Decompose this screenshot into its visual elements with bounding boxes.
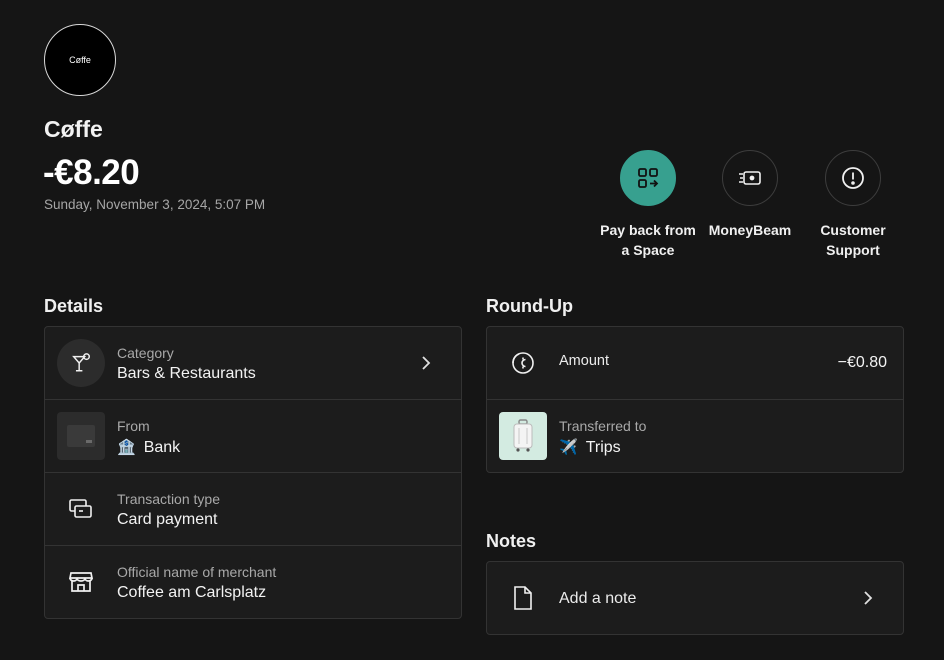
details-row-from: From 🏦 Bank bbox=[45, 400, 461, 473]
moneybeam-button[interactable]: MoneyBeam bbox=[698, 150, 802, 240]
roundup-row-transferred: Transferred to ✈️ Trips bbox=[487, 400, 903, 472]
add-note-label: Add a note bbox=[559, 590, 637, 607]
details-row-merchant: Official name of merchant Coffee am Carl… bbox=[45, 546, 461, 618]
roundup-amount-label: Amount bbox=[559, 353, 609, 369]
category-icon-wrap bbox=[57, 339, 105, 387]
moneybeam-label: MoneyBeam bbox=[708, 222, 792, 238]
airplane-emoji-icon: ✈️ bbox=[559, 439, 578, 456]
bank-emoji-icon: 🏦 bbox=[117, 439, 136, 456]
chevron-right-icon bbox=[422, 356, 431, 370]
category-label: Category bbox=[117, 345, 174, 361]
cocktail-icon bbox=[72, 353, 90, 372]
document-icon bbox=[514, 586, 532, 610]
roundup-amount-value: −€0.80 bbox=[837, 354, 887, 371]
roundup-title: Round-Up bbox=[486, 296, 573, 316]
merchant-name: Cøffe bbox=[44, 116, 103, 142]
alert-circle-icon bbox=[842, 167, 864, 189]
transaction-type-label: Transaction type bbox=[117, 491, 220, 507]
roundup-card: Amount −€0.80 Transferred to ✈️ Trips bbox=[486, 326, 904, 473]
category-value: Bars & Restaurants bbox=[117, 365, 256, 382]
roundup-icon-wrap bbox=[499, 339, 547, 387]
roundup-row-amount: Amount −€0.80 bbox=[487, 327, 903, 400]
suitcase-icon-wrap bbox=[499, 412, 547, 460]
merchant-official-value: Coffee am Carlsplatz bbox=[117, 584, 267, 601]
merchant-official-label: Official name of merchant bbox=[117, 564, 277, 580]
transaction-date: Sunday, November 3, 2024, 5:07 PM bbox=[44, 197, 266, 212]
card-thumbnail bbox=[67, 425, 95, 447]
money-beam-icon bbox=[739, 171, 761, 185]
transferred-target-text: Trips bbox=[585, 439, 621, 456]
details-row-transaction-type: Transaction type Card payment bbox=[45, 473, 461, 546]
from-value-text: Bank bbox=[143, 439, 181, 456]
from-value: 🏦 Bank bbox=[117, 438, 180, 457]
storefront-icon-wrap bbox=[57, 558, 105, 606]
merchant-logo: Cøffe bbox=[44, 24, 116, 96]
storefront-icon bbox=[68, 572, 94, 592]
transferred-target: ✈️ Trips bbox=[559, 438, 621, 457]
transaction-type-value: Card payment bbox=[117, 511, 218, 528]
notes-card: Add a note bbox=[486, 561, 904, 635]
details-row-category[interactable]: Category Bars & Restaurants bbox=[45, 327, 461, 400]
action-bar: Pay back from a Space MoneyBeam Customer… bbox=[596, 150, 908, 260]
moneybeam-circle[interactable] bbox=[722, 150, 778, 206]
card-thumbnail-wrap bbox=[57, 412, 105, 460]
from-label: From bbox=[117, 418, 150, 434]
merchant-logo-text: Cøffe bbox=[69, 55, 91, 65]
details-title: Details bbox=[44, 296, 104, 316]
notes-title: Notes bbox=[486, 531, 537, 551]
note-icon-wrap bbox=[499, 574, 547, 622]
customer-support-button[interactable]: Customer Support bbox=[801, 150, 905, 260]
transferred-label: Transferred to bbox=[559, 418, 647, 434]
cards-icon-wrap bbox=[57, 485, 105, 533]
details-card: Category Bars & Restaurants From 🏦 Bank T… bbox=[44, 326, 462, 619]
pay-back-button[interactable]: Pay back from a Space bbox=[596, 150, 700, 260]
add-note-button[interactable]: Add a note bbox=[487, 562, 903, 634]
pay-back-label: Pay back from a Space bbox=[600, 222, 696, 258]
roundup-coin-icon bbox=[512, 352, 534, 374]
customer-support-label: Customer Support bbox=[820, 222, 886, 258]
customer-support-circle[interactable] bbox=[825, 150, 881, 206]
cards-icon bbox=[69, 499, 92, 518]
chevron-right-icon bbox=[864, 591, 873, 605]
pay-back-circle[interactable] bbox=[620, 150, 676, 206]
suitcase-icon bbox=[513, 419, 533, 452]
pay-back-icon bbox=[638, 168, 659, 188]
transaction-amount: -€8.20 bbox=[43, 153, 140, 192]
